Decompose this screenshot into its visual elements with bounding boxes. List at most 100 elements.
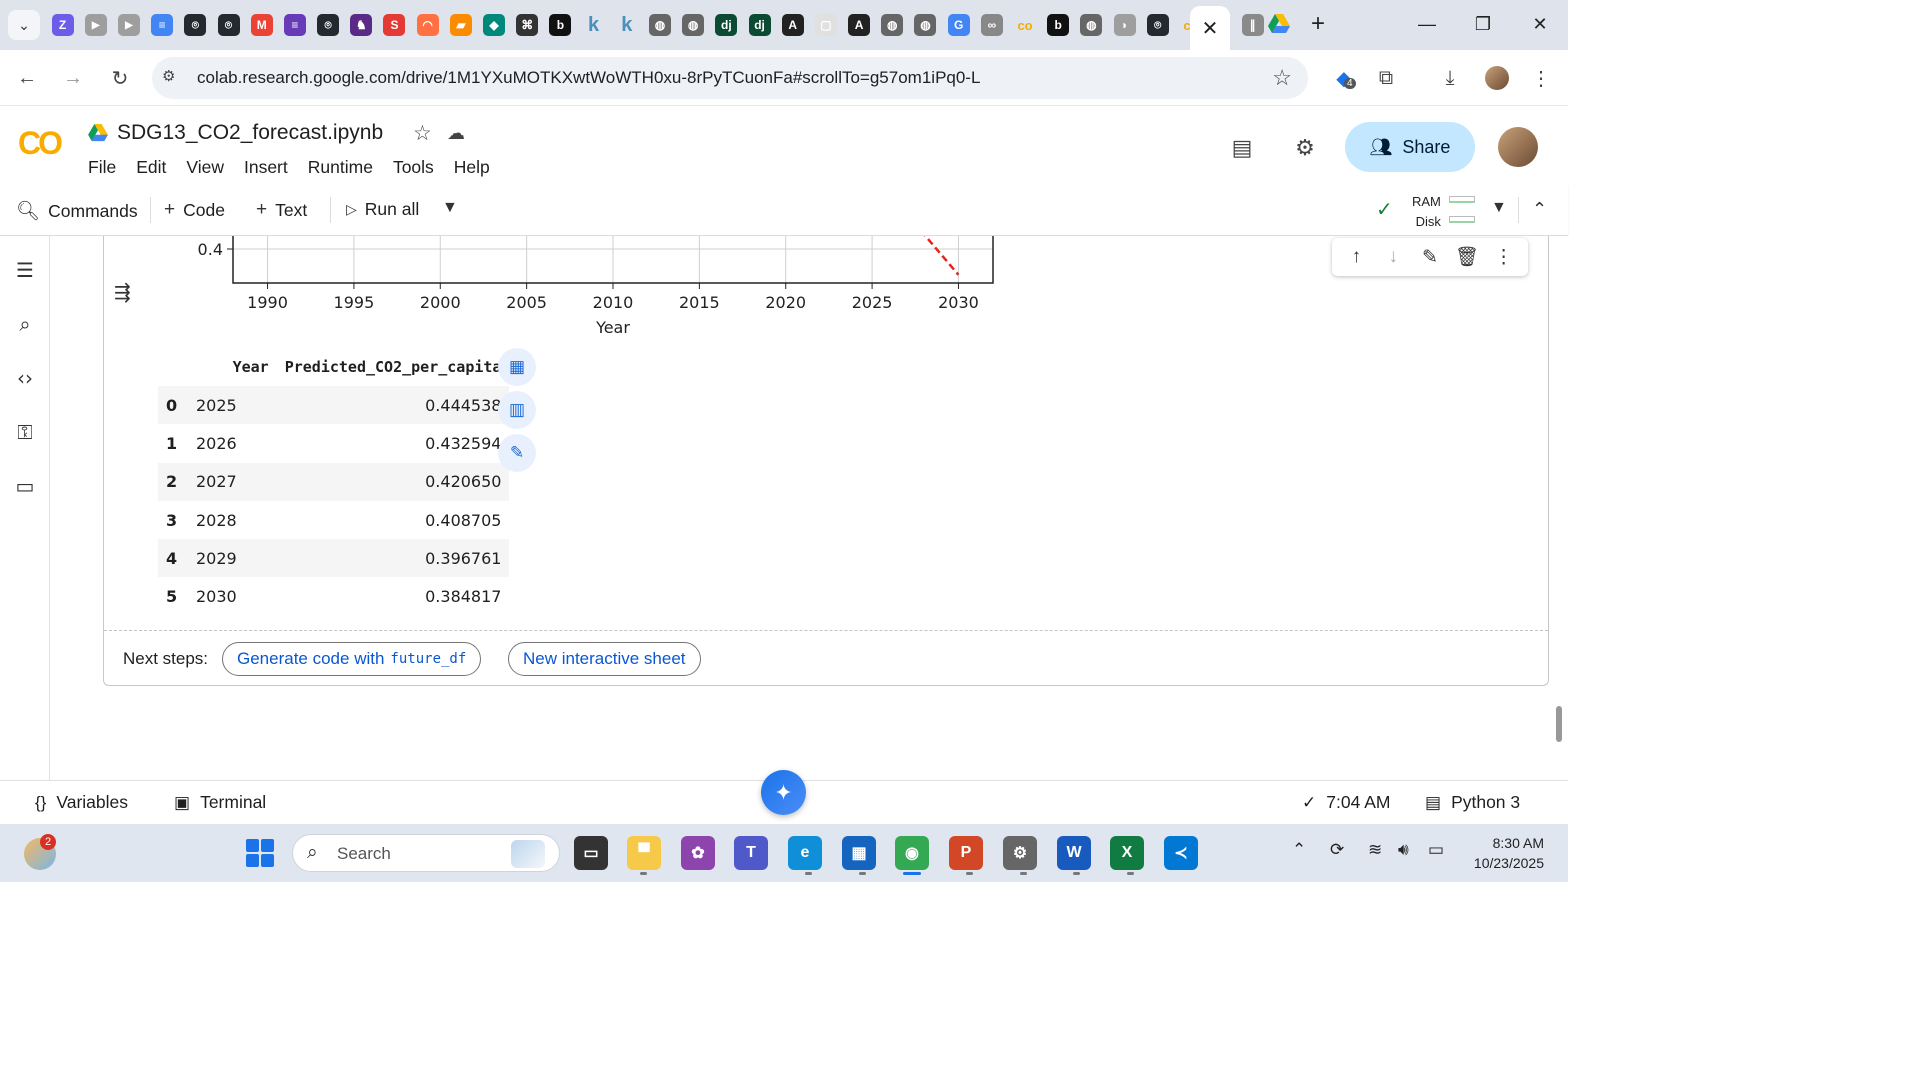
share-button[interactable]: 👥︎ Share [1345,122,1475,172]
chrome-icon[interactable]: ◉ [895,836,929,870]
add-text-button[interactable]: + Text [256,199,307,221]
find-replace-icon[interactable]: ⌕ [11,310,39,338]
google-icon[interactable]: G [947,14,970,36]
forward-arrow-icon[interactable]: → [57,62,89,94]
a-icon[interactable]: A [781,14,804,36]
globe-icon[interactable]: ◍ [648,14,671,36]
word-icon[interactable]: W [1057,836,1091,870]
menu-runtime[interactable]: Runtime [308,157,373,178]
edge-icon[interactable]: e [788,836,822,870]
taskbar-clock[interactable]: 8:30 AM 10/23/2025 [1462,833,1544,873]
link-icon[interactable]: ∞ [980,14,1003,36]
drive-icon[interactable] [88,124,108,142]
runtime-dropdown-icon[interactable]: ▼ [1491,199,1507,217]
menu-file[interactable]: File [88,157,116,178]
scribd-icon[interactable]: S [383,14,406,36]
dj-icon[interactable]: dj [748,14,771,36]
active-tab[interactable]: ✕ [1190,6,1230,50]
drive-tab-icon[interactable] [1268,14,1290,39]
globe-icon[interactable]: ◍ [1080,14,1103,36]
menu-insert[interactable]: Insert [244,157,288,178]
youtube-icon[interactable]: ▶ [117,14,140,36]
run-all-button[interactable]: ▷ Run all [346,199,419,220]
resource-monitor[interactable]: RAM Disk [1412,192,1441,232]
new-interactive-sheet-chip[interactable]: New interactive sheet [508,642,701,676]
secrets-key-icon[interactable]: ⚿ [11,418,39,446]
table-of-contents-icon[interactable]: ☰ [11,256,39,284]
tab-search-chevron-icon[interactable]: ⌄ [8,10,40,40]
generate-code-chip[interactable]: Generate code with future_df [222,642,482,676]
gemini-sparkle-icon[interactable]: ✦ [761,770,806,815]
site-info-icon[interactable]: ⚙ [162,67,175,85]
youtube-icon[interactable]: ▶ [84,14,107,36]
wifi-icon[interactable]: ≋ [1368,840,1382,860]
settings-icon[interactable]: ⚙ [1003,836,1037,870]
back-arrow-icon[interactable]: ← [11,62,43,94]
github-icon[interactable]: ⌾ [1146,14,1169,36]
kernel-status[interactable]: ▤ Python 3 [1425,792,1520,813]
openai-icon[interactable]: ⌘ [516,14,539,36]
copilot-icon[interactable]: ✿ [681,836,715,870]
globe-icon[interactable]: ◍ [881,14,904,36]
github-icon[interactable]: ⌾ [217,14,240,36]
menu-view[interactable]: View [186,157,224,178]
add-code-button[interactable]: + Code [164,199,225,221]
notebook-title[interactable]: SDG13_CO2_forecast.ipynb [117,121,383,145]
excel-icon[interactable]: X [1110,836,1144,870]
taskbar-search-box[interactable]: ⌕ Search [292,834,560,872]
gmail-icon[interactable]: M [250,14,273,36]
run-all-dropdown-icon[interactable]: ▼ [442,199,458,217]
menu-tools[interactable]: Tools [393,157,434,178]
profile-avatar-icon[interactable] [1481,62,1513,94]
execution-status[interactable]: ✓ 7:04 AM [1302,792,1390,813]
dj-icon[interactable]: dj [715,14,738,36]
settings-gear-icon[interactable]: ⚙ [1288,131,1322,165]
move-up-icon[interactable]: ↑ [1342,246,1370,268]
puzzle-extensions-icon[interactable]: ⧉ [1370,62,1402,94]
url-text[interactable]: colab.research.google.com/drive/1M1YXuMO… [197,68,980,88]
windows-start-icon[interactable] [246,839,274,867]
k-icon[interactable]: k [583,14,605,36]
sync-icon[interactable]: ⟳ [1330,840,1344,860]
diamond-icon[interactable]: ◆ [483,14,506,36]
ext-icon[interactable]: ♞ [350,14,373,36]
terminal-button[interactable]: ▣ Terminal [174,792,266,813]
colab-icon[interactable]: co [1014,14,1036,36]
orange-doc-icon[interactable]: ▰ [449,14,472,36]
new-tab-button[interactable]: + [1298,8,1338,40]
cloud-saved-icon[interactable]: ☁ [447,123,465,144]
more-options-icon[interactable]: ⋮ [1490,246,1518,269]
suggest-charts-icon[interactable]: ▥ [498,391,536,429]
code-snippets-icon[interactable]: ‹› [11,364,39,392]
star-icon[interactable]: ☆ [413,121,432,146]
close-window-button[interactable]: ✕ [1520,8,1560,40]
bold-b-icon[interactable]: b [549,14,572,36]
extension-icon[interactable]: ◆ 4 [1328,62,1360,94]
globe-icon[interactable]: ◍ [682,14,705,36]
magic-wand-icon[interactable]: ✎ [498,434,536,472]
k-icon[interactable]: k [616,14,638,36]
ii-icon[interactable]: ∥ [1241,14,1264,36]
file-explorer-icon[interactable]: ▀ [627,836,661,870]
colab-logo[interactable]: CO [18,125,63,162]
variables-button[interactable]: {} Variables [35,792,128,813]
minimize-window-button[interactable]: — [1407,8,1447,40]
docs-icon[interactable]: ≡ [151,14,174,36]
grey-icon[interactable]: ◗ [1113,14,1136,36]
address-bar[interactable]: ⚙ colab.research.google.com/drive/1M1YXu… [152,57,1308,99]
task-view-icon[interactable]: ▭ [574,836,608,870]
output-actions-icon[interactable]: ⇶ [114,280,131,305]
store-icon[interactable]: ▦ [842,836,876,870]
close-tab-icon[interactable]: ✕ [1202,16,1219,41]
a-icon[interactable]: A [848,14,871,36]
restore-window-button[interactable]: ❐ [1463,8,1503,40]
convert-to-table-icon[interactable]: ▦ [498,348,536,386]
connected-check-icon[interactable]: ✓ [1376,197,1393,222]
browser-menu-icon[interactable]: ⋮ [1525,62,1557,94]
volume-icon[interactable]: 🔊︎ [1398,840,1409,860]
bold-b-icon[interactable]: b [1047,14,1070,36]
bookmark-star-icon[interactable]: ☆ [1272,65,1292,91]
orange-arc-icon[interactable]: ◠ [416,14,439,36]
delete-trash-icon[interactable]: 🗑︎ [1453,245,1481,269]
menu-edit[interactable]: Edit [136,157,166,178]
